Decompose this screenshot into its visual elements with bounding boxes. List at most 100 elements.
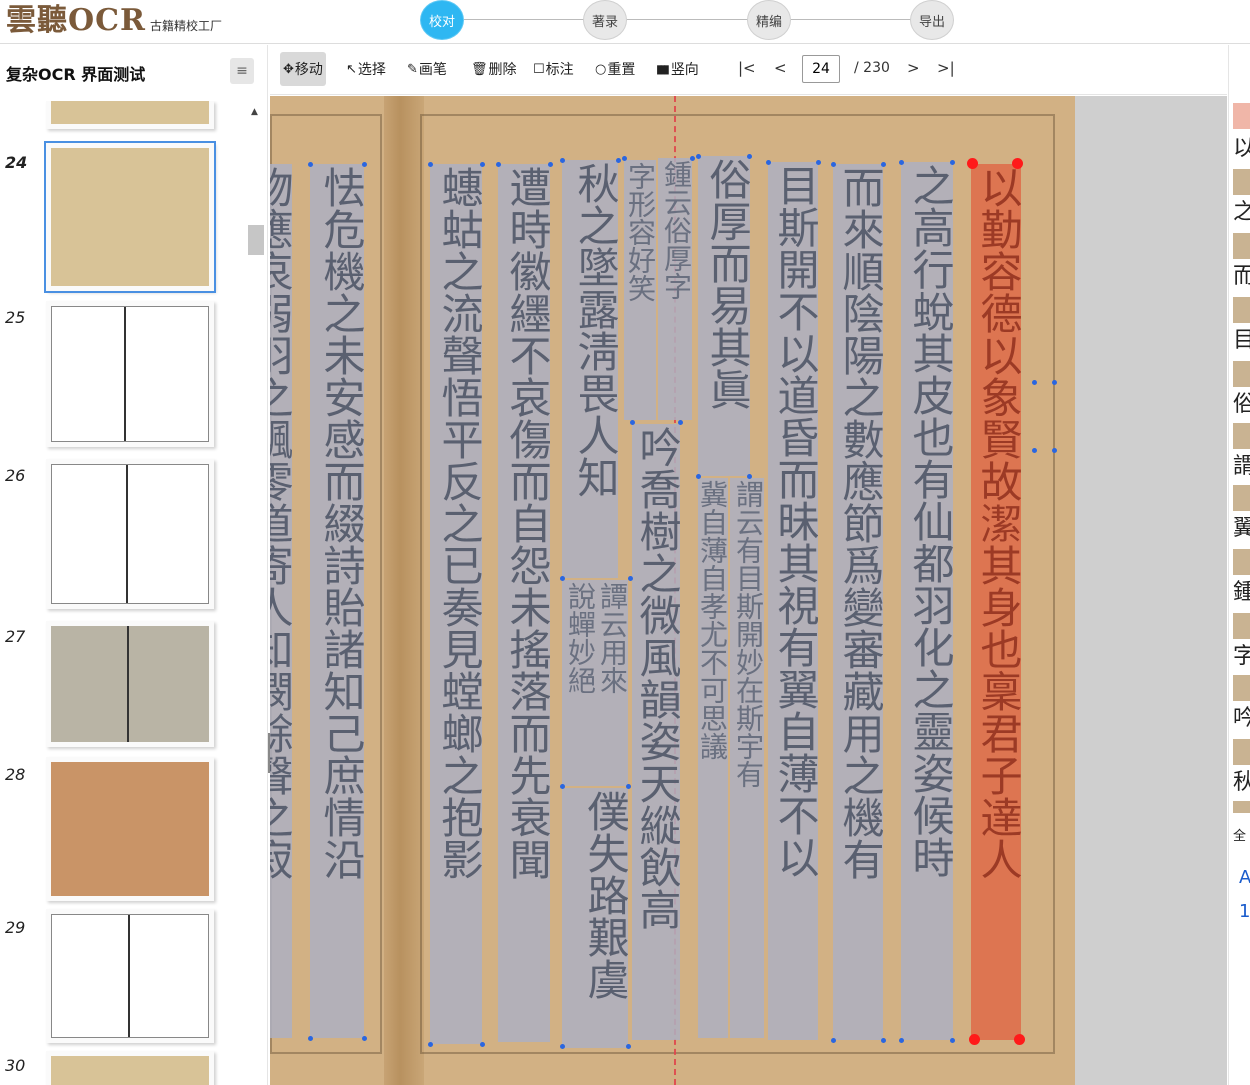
panel-link-1[interactable]: 1 [1239,901,1250,922]
line-image-thumb[interactable] [1233,103,1250,129]
thumbnail-28[interactable] [46,757,214,901]
corner-handle[interactable] [362,162,367,167]
thumbnail-26[interactable] [46,459,214,609]
delete-tool-button[interactable]: 🗑 删除 [468,52,520,86]
corner-handle[interactable] [480,162,485,167]
reset-tool-button[interactable]: ○ 重置 [592,52,638,86]
line-text[interactable]: 秋 [1233,769,1250,797]
corner-handle[interactable] [696,154,701,159]
resize-handle[interactable] [969,1034,980,1045]
resize-handle[interactable] [1014,1034,1025,1045]
prev-page-icon[interactable]: < [774,59,787,77]
ocr-column[interactable]: 而來順陰陽之數應節爲變審藏用之機有 [833,164,883,1040]
line-image-thumb[interactable] [1233,233,1250,259]
thumbnail-partial[interactable] [46,101,214,129]
scroll-up-icon[interactable]: ▲ [251,107,258,117]
annotate-tool-button[interactable]: ☐ 标注 [530,52,577,86]
ocr-column[interactable]: 之高行蛻其皮也有仙都羽化之靈姿候時 [901,162,953,1040]
corner-handle[interactable] [747,154,752,159]
thumbnail-24[interactable] [44,141,216,293]
corner-handle[interactable] [881,1038,886,1043]
step-proofread[interactable]: 校对 [420,0,464,40]
ocr-column[interactable]: 目斯開不以道昏而昧其視有翼自薄不以 [768,162,818,1040]
ocr-column-annotation[interactable]: 謂云有目斯開妙在斯宇有 [730,478,764,1038]
line-image-thumb[interactable] [1233,485,1250,511]
corner-handle[interactable] [308,162,313,167]
corner-handle[interactable] [690,156,695,161]
vertical-tool-button[interactable]: ▮▮▮ 竖向 [653,52,702,86]
thumbnail-29[interactable] [46,909,214,1043]
line-image-thumb[interactable] [1233,549,1250,575]
corner-handle[interactable] [428,162,433,167]
corner-handle[interactable] [899,1038,904,1043]
line-text[interactable]: 之 [1233,199,1250,227]
corner-handle[interactable] [950,1038,955,1043]
corner-handle[interactable] [560,158,565,163]
ocr-column[interactable]: 怯危機之未安感而綴詩貽諸知己庶情沿 [310,164,364,1038]
scrollbar-thumb[interactable] [248,225,264,255]
ocr-column[interactable]: 秋之墜露淸畏人知 [562,160,618,578]
ocr-column-annotation[interactable]: 鍾云俗厚字 [658,158,692,420]
step-catalog[interactable]: 著录 [583,0,627,40]
corner-handle[interactable] [626,784,631,789]
step-edit[interactable]: 精编 [747,0,791,40]
corner-handle[interactable] [678,420,683,425]
corner-handle[interactable] [616,158,621,163]
step-export[interactable]: 导出 [910,0,954,40]
ocr-column[interactable]: 遭時徽纆不哀傷而自怨未搖落而先衰聞 [498,164,550,1042]
thumbnail-27[interactable] [46,621,214,747]
corner-handle[interactable] [630,420,635,425]
line-image-thumb[interactable] [1233,675,1250,701]
corner-handle[interactable] [1032,380,1037,385]
corner-handle[interactable] [1052,380,1057,385]
corner-handle[interactable] [560,1044,565,1049]
line-text[interactable]: 鍾 [1233,579,1250,607]
thumbnail-30[interactable] [46,1051,214,1085]
page-number-input[interactable] [802,55,840,83]
ocr-column-annotation[interactable]: 冀自薄自孝尤不可思議 [698,478,728,1038]
line-image-thumb[interactable] [1233,169,1250,195]
corner-handle[interactable] [628,576,633,581]
line-text[interactable]: 俗 [1233,391,1250,419]
ocr-column-selected[interactable]: 以勤容德以象賢故潔其身也稟君子達人 [971,164,1021,1040]
corner-handle[interactable] [766,160,771,165]
corner-handle[interactable] [480,1042,485,1047]
corner-handle[interactable] [816,160,821,165]
corner-handle[interactable] [362,1036,367,1041]
corner-handle[interactable] [831,1038,836,1043]
ocr-column[interactable]: 俗厚而易其眞 [698,156,750,476]
corner-handle[interactable] [747,474,752,479]
ocr-column-annotation[interactable]: 譚云用來 [596,580,628,786]
line-text[interactable]: 吟 [1233,705,1250,733]
next-page-icon[interactable]: > [907,59,920,77]
sidebar-menu-button[interactable]: ≡ [230,58,254,84]
ocr-canvas[interactable]: 以勤容德以象賢故潔其身也稟君子達人 之高行蛻其皮也有仙都羽化之靈姿候時 而來順陰… [270,96,1227,1085]
last-page-icon[interactable]: >| [937,59,955,77]
line-text[interactable]: 字 [1233,643,1250,671]
corner-handle[interactable] [899,160,904,165]
ocr-column[interactable]: 吟喬樹之微風韻姿天縱飲高 [632,424,680,1040]
ocr-column[interactable]: 蟪蛄之流聲悟平反之已奏見螳螂之抱影 [430,164,482,1044]
ocr-column[interactable]: 僕失路艱虞 [562,788,628,1048]
corner-handle[interactable] [308,1036,313,1041]
corner-handle[interactable] [950,160,955,165]
resize-handle[interactable] [967,158,978,169]
line-text[interactable]: 而 [1233,263,1250,291]
select-tool-button[interactable]: ↖ 选择 [343,52,389,86]
line-image-thumb[interactable] [1233,613,1250,639]
line-text[interactable]: 謂 [1233,453,1250,481]
line-image-thumb[interactable] [1233,739,1250,765]
corner-handle[interactable] [1052,448,1057,453]
line-image-thumb[interactable] [1233,423,1250,449]
corner-handle[interactable] [881,162,886,167]
corner-handle[interactable] [548,162,553,167]
ocr-column-annotation[interactable]: 字形容好笑 [624,160,656,420]
line-image-thumb[interactable] [1233,297,1250,323]
pen-tool-button[interactable]: ✎ 画笔 [404,52,450,86]
sidebar-scrollbar[interactable]: ▲ [248,101,264,1085]
corner-handle[interactable] [496,162,501,167]
line-text[interactable]: 目 [1233,327,1250,355]
ocr-column-annotation[interactable]: 說蟬妙絕 [562,580,596,786]
corner-handle[interactable] [831,162,836,167]
corner-handle[interactable] [622,156,627,161]
